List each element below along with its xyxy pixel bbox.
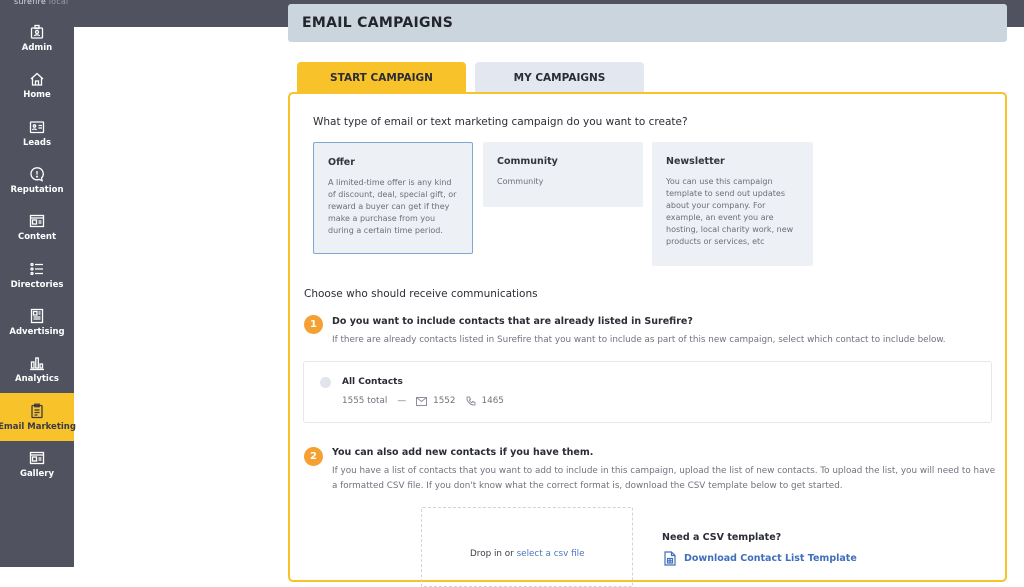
all-contacts-option[interactable] bbox=[303, 361, 992, 423]
step-2-badge: 2 bbox=[304, 447, 323, 466]
download-template-label: Download Contact List Template bbox=[684, 553, 857, 564]
list-icon bbox=[29, 261, 45, 277]
select-csv-link[interactable]: select a csv file bbox=[517, 549, 585, 559]
step-2-description: If you have a list of contacts that you … bbox=[332, 466, 996, 491]
all-contacts-radio[interactable] bbox=[320, 377, 331, 388]
leads-card-icon bbox=[29, 119, 45, 135]
reputation-alert-icon bbox=[29, 166, 45, 182]
recipients-section-title: Choose who should receive communications bbox=[304, 288, 538, 300]
sidebar-item-content[interactable]: Content bbox=[0, 204, 74, 251]
tab-my-campaigns[interactable]: MY CAMPAIGNS bbox=[475, 62, 644, 93]
contacts-separator: — bbox=[397, 396, 407, 406]
step-1-title: Do you want to include contacts that are… bbox=[332, 316, 693, 327]
card-description: You can use this campaign template to se… bbox=[666, 177, 794, 246]
step-1-badge: 1 bbox=[304, 315, 323, 334]
contacts-total: 1555 total bbox=[342, 396, 388, 406]
card-title: Newsletter bbox=[666, 156, 725, 167]
sidebar-item-analytics[interactable]: Analytics bbox=[0, 346, 74, 393]
sidebar-item-label: Leads bbox=[22, 137, 52, 148]
sidebar-item-label: Analytics bbox=[15, 374, 59, 385]
tab-start-campaign[interactable]: START CAMPAIGN bbox=[297, 62, 466, 93]
logo-main: surefire bbox=[14, 0, 46, 6]
email-count: 1552 bbox=[433, 396, 456, 406]
sidebar-item-email-marketing[interactable]: Email Marketing bbox=[0, 393, 76, 441]
sidebar-item-label: Advertising bbox=[9, 326, 65, 337]
bar-chart-icon bbox=[29, 355, 45, 371]
contacts-stats: 1555 total — 1552 1465 bbox=[342, 396, 504, 406]
campaign-type-offer[interactable]: Offer A limited-time offer is any kind o… bbox=[313, 142, 473, 254]
csv-template-question: Need a CSV template? bbox=[662, 532, 782, 543]
sidebar-item-label: Directories bbox=[10, 279, 64, 290]
sidebar-item-label: Content bbox=[17, 232, 57, 243]
sidebar-item-advertising[interactable]: Advertising bbox=[0, 299, 74, 346]
sidebar-item-reputation[interactable]: Reputation bbox=[0, 157, 74, 204]
sidebar-item-label: Gallery bbox=[19, 468, 55, 479]
admin-badge-icon bbox=[29, 24, 45, 40]
content-icon bbox=[29, 213, 45, 229]
sidebar: surefire local Admin Home Leads Reputati… bbox=[0, 0, 76, 567]
logo-sub: local bbox=[48, 0, 69, 6]
dropzone-text: Drop in or select a csv file bbox=[470, 549, 585, 559]
card-description: Community bbox=[497, 177, 544, 186]
logo[interactable]: surefire local bbox=[14, 0, 68, 6]
page-header: EMAIL CAMPAIGNS bbox=[288, 4, 1007, 42]
sidebar-nav: Admin Home Leads Reputation Content Dire… bbox=[0, 15, 76, 488]
phone-icon bbox=[465, 396, 476, 406]
campaign-type-community[interactable]: Community Community bbox=[483, 142, 643, 207]
csv-dropzone[interactable] bbox=[421, 507, 633, 587]
advertising-icon bbox=[29, 308, 45, 324]
phone-count: 1465 bbox=[481, 396, 504, 406]
email-icon bbox=[416, 396, 428, 406]
page-title: EMAIL CAMPAIGNS bbox=[302, 15, 454, 31]
clipboard-icon bbox=[29, 403, 45, 419]
step-2-title: You can also add new contacts if you hav… bbox=[332, 447, 594, 458]
sidebar-item-label: Admin bbox=[21, 43, 53, 54]
card-title: Community bbox=[497, 156, 558, 167]
spreadsheet-file-icon bbox=[664, 551, 676, 566]
card-title: Offer bbox=[328, 157, 355, 168]
card-description: A limited-time offer is any kind of disc… bbox=[328, 178, 457, 235]
drop-label: Drop in or bbox=[470, 549, 517, 559]
home-icon bbox=[29, 71, 45, 87]
sidebar-item-leads[interactable]: Leads bbox=[0, 110, 74, 157]
sidebar-item-gallery[interactable]: Gallery bbox=[0, 441, 74, 488]
gallery-icon bbox=[29, 450, 45, 466]
sidebar-item-label: Reputation bbox=[10, 185, 64, 196]
all-contacts-label: All Contacts bbox=[342, 377, 403, 387]
sidebar-item-label: Email Marketing bbox=[0, 421, 76, 432]
download-template-link[interactable]: Download Contact List Template bbox=[664, 551, 857, 566]
sidebar-item-label: Home bbox=[23, 90, 51, 101]
step-1-description: If there are already contacts listed in … bbox=[332, 335, 946, 345]
sidebar-item-directories[interactable]: Directories bbox=[0, 251, 74, 298]
campaign-type-newsletter[interactable]: Newsletter You can use this campaign tem… bbox=[652, 142, 813, 266]
sidebar-item-admin[interactable]: Admin bbox=[0, 15, 74, 62]
sidebar-item-home[interactable]: Home bbox=[0, 62, 74, 109]
campaign-type-question: What type of email or text marketing cam… bbox=[313, 116, 688, 128]
